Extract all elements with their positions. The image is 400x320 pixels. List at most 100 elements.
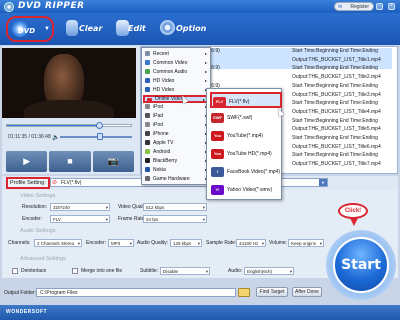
volume-slider[interactable] [60,133,132,140]
merge-checkbox[interactable] [72,268,78,274]
option-button[interactable]: Option [160,15,210,43]
video-quality-select[interactable]: 512 kbps [143,203,207,211]
after-done-button[interactable]: After Done [292,287,322,297]
format-menu-item[interactable]: You YouTube HD(*.mp4) [210,146,282,162]
subtitle-label: Subtitle: [140,268,159,274]
frame-rate-select[interactable]: 24 fps [143,215,207,223]
audio-encoder-label: Encoder: [86,240,107,246]
edit-button[interactable]: Edit [116,15,154,43]
minimize-icon[interactable]: – [376,3,383,10]
category-label: iPod [153,104,164,111]
category-menu-item[interactable]: iPod▸ [143,103,209,111]
clear-label: Clear [79,24,103,33]
title-bar: DVD RIPPER Register – × [0,0,400,13]
title-output-cell: Start Time:Beginning End Time:Ending [292,152,378,159]
category-menu-item[interactable]: Android▸ [143,148,209,156]
sample-rate-select[interactable]: 44100 Hz [236,239,266,247]
stop-button[interactable]: ■ [49,151,91,172]
format-label: YouTube(*.mp4) [227,133,264,139]
category-menu-item[interactable]: iPad▸ [143,112,209,120]
format-menu-item[interactable]: FLV FLV(*.flv) [210,92,282,108]
video-preview [2,48,136,118]
category-menu-item[interactable]: Nokia▸ [143,166,209,174]
category-label: HD Video [153,86,175,93]
subtitle-select[interactable]: Disable [160,267,210,275]
format-icon: You [211,149,224,159]
category-label: HD Video [153,77,175,84]
audio-encoder-select[interactable]: MP3 [108,239,134,247]
channels-select[interactable]: 2 Channels Stereo [34,239,82,247]
category-menu-item[interactable]: Common Audio ▸ [143,68,209,76]
load-dvd-button[interactable]: DVD ▼ [6,16,54,42]
audio-settings-title: Audio Settings [20,228,56,234]
snapshot-button[interactable]: 📷 [92,151,134,172]
output-folder-input[interactable]: C:\Program Files [36,288,236,297]
trash-icon [66,20,78,36]
sample-rate-label: Sample Rate: [206,240,237,246]
format-menu-item[interactable]: You YouTube(*.mp4) [210,128,282,144]
play-button[interactable]: ▶ [6,151,48,172]
category-menu-item[interactable]: iPhone▸ [143,130,209,138]
category-label: Common Video [153,59,188,66]
category-menu-item[interactable]: Common Video ▸ [143,59,209,67]
format-label: FaceBook Video(*.mp4) [227,169,280,175]
title-output-cell: Output:THE_BUCKET_LIST_Title5.mp4 [292,126,381,133]
chevron-down-icon[interactable]: ▼ [319,179,327,186]
format-icon: SWF [211,113,224,123]
deinterlace-checkbox[interactable] [12,268,18,274]
format-icon: You [211,131,224,141]
category-icon [145,51,150,56]
category-icon [145,86,150,92]
advanced-settings-title: Advanced Settings [20,256,66,262]
title-output-cell: Start Time:Beginning End Time:Ending [292,100,378,107]
find-target-button[interactable]: Find Target [256,287,288,297]
dvd-label: DVD [18,27,36,35]
profile-setting-label: Profile Setting: [6,177,50,189]
merge-label: Merge into one file [81,268,123,274]
category-icon [147,97,152,103]
volume-select[interactable]: Keep origins [288,239,324,247]
format-menu-item[interactable]: f FaceBook Video(*.mp4) [210,164,282,180]
folder-icon[interactable] [238,288,250,297]
audio-track-select[interactable]: English(6ch) [244,267,294,275]
category-menu-item[interactable]: iPod▸ [143,121,209,129]
register-button[interactable]: Register [334,2,374,11]
format-label: SWF(*.swf) [227,115,253,121]
audio-quality-select[interactable]: 128 kbps [170,239,202,247]
category-icon [145,113,150,119]
seek-bar[interactable] [6,122,132,129]
category-menu-item[interactable]: Recent ▸ [143,50,209,58]
category-menu-item[interactable]: HD Video▸ [143,77,209,85]
category-menu-item[interactable]: Apple TV▸ [143,139,209,147]
category-icon [145,131,150,137]
category-menu-item[interactable]: Online Video ▸ [143,94,209,103]
category-menu-item[interactable]: BlackBerry▸ [143,157,209,165]
volume-icon: 🔈 [52,135,60,141]
category-icon [145,122,150,128]
chevron-right-icon: ▸ [204,51,207,56]
format-submenu: FLV FLV(*.flv) SWF SWF(*.swf) You YouTube(*.m… [206,88,282,200]
resolution-select[interactable]: 320*240 [50,203,110,211]
seek-handle[interactable] [95,122,103,129]
video-frame-shoulder [24,100,114,118]
category-icon [145,175,150,181]
volume-handle[interactable] [96,133,103,140]
category-label: Recent [153,51,169,57]
title-output-cell: Start Time:Beginning End Time:Ending [292,135,378,141]
category-menu: Recent ▸ Common Video ▸ Common Audio ▸ HD Vide… [141,47,211,185]
category-menu-item[interactable]: Game Hardware▸ [143,175,209,183]
category-label: Game Hardware [153,175,190,182]
app-logo-icon [4,2,14,12]
dvd-dropdown-icon[interactable]: ▼ [44,26,50,32]
format-menu-item[interactable]: SWF SWF(*.swf) [210,110,282,126]
clear-button[interactable]: Clear [66,15,110,43]
video-encoder-select[interactable]: FLV [50,215,110,223]
option-label: Option [176,24,207,33]
close-icon[interactable]: × [388,3,395,10]
start-button[interactable]: Start [333,237,389,293]
format-menu-item[interactable]: Y! Yahoo Video(*.wmv) [210,182,282,198]
category-label: iPod [153,122,164,129]
category-label: BlackBerry [153,157,178,164]
category-menu-item[interactable]: HD Video▸ [143,86,209,94]
channels-label: Channels: [8,240,31,246]
